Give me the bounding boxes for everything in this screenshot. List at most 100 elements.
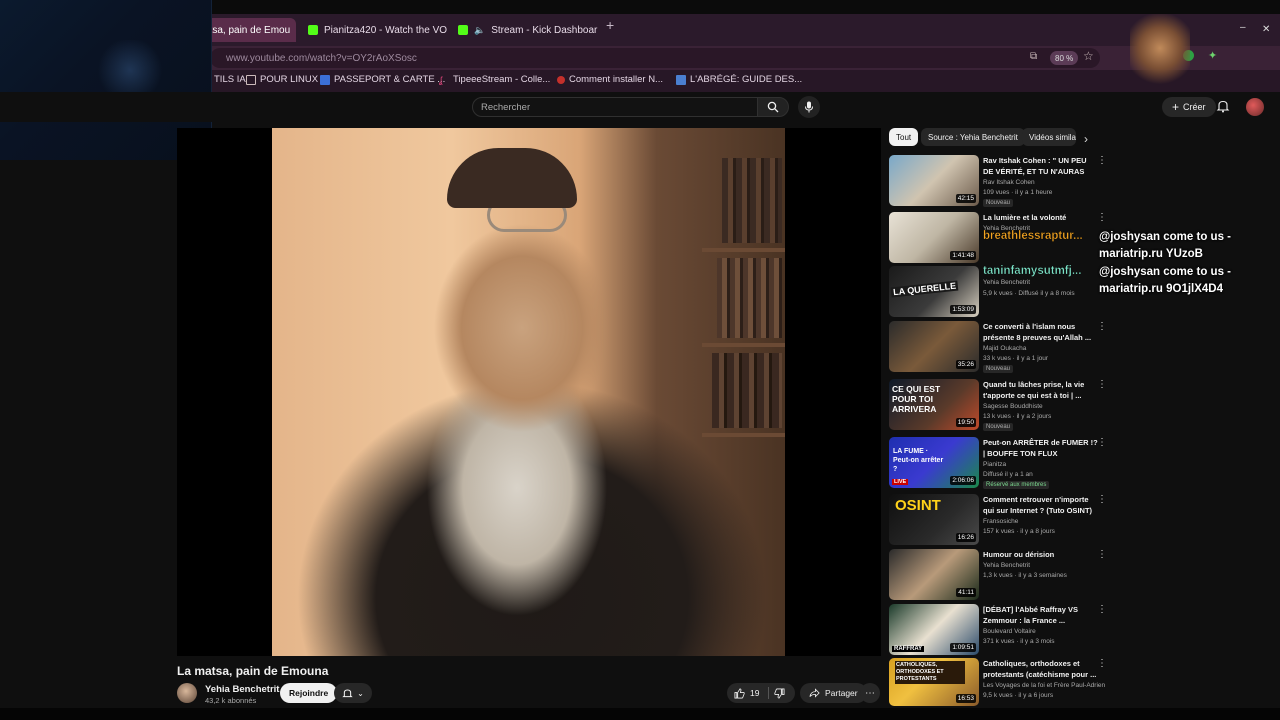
more-vert-icon[interactable]: ⋮ (1097, 437, 1107, 448)
bookmark-label: L'ABRÉGÉ: GUIDE DES... (690, 74, 803, 85)
channel-name[interactable]: Yehia Benchetrit (205, 684, 279, 695)
rec-title[interactable]: Quand tu lâches prise, la vie t'apporte … (983, 380, 1099, 401)
rec-item[interactable]: 35:26 Ce converti à l'islam nous présent… (889, 321, 1114, 375)
screenshot-icon[interactable]: ⧉ (1030, 51, 1037, 62)
create-button[interactable]: + Créer (1162, 97, 1216, 117)
rec-item[interactable]: CATHOLIQUES, ORTHODOXES ET PROTESTANTS 1… (889, 658, 1114, 706)
bookmark-outils-ia[interactable]: TILS IA (214, 74, 246, 85)
new-tab-icon[interactable]: + (606, 17, 614, 33)
zoom-level: 80 % (1055, 53, 1074, 63)
rec-channel[interactable]: Fransosiche (983, 518, 1018, 525)
speaker-muted-icon[interactable]: 🔈 (474, 25, 485, 36)
more-vert-icon[interactable]: ⋮ (1097, 658, 1107, 669)
rec-channel[interactable]: Sagesse Bouddhiste (983, 403, 1043, 410)
more-vert-icon[interactable]: ⋮ (1097, 604, 1107, 615)
video-thumbnail[interactable]: 41:11 (889, 549, 979, 600)
more-vert-icon[interactable]: ⋮ (1097, 155, 1107, 166)
chip-similaires[interactable]: Vidéos simila (1022, 128, 1076, 146)
rec-title[interactable]: [DÉBAT] l'Abbé Raffray VS Zemmour : la F… (983, 605, 1099, 626)
rec-item[interactable]: OSINT 16:26 Comment retrouver n'importe … (889, 494, 1114, 548)
chip-label: Tout (896, 132, 912, 142)
account-avatar[interactable] (1246, 98, 1264, 116)
search-input[interactable]: Rechercher (472, 97, 758, 117)
more-vert-icon[interactable]: ⋮ (1097, 212, 1107, 223)
video-thumbnail[interactable]: 42:15 (889, 155, 979, 206)
rec-title[interactable]: Catholiques, orthodoxes et protestants (… (983, 659, 1099, 680)
rec-channel[interactable]: Yehia Benchetrit (983, 279, 1030, 286)
puzzle-icon[interactable]: ✦ (1208, 49, 1217, 62)
bookmark-comment-installer[interactable]: Comment installer N... (557, 74, 663, 85)
more-actions-button[interactable]: ⋯ (860, 683, 880, 703)
bookmark-tipeee[interactable]: ʆ TipeeeStream - Colle... (439, 74, 550, 85)
subscriber-count: 43,2 k abonnés (205, 696, 257, 705)
thumbnail-text: CATHOLIQUES, ORTHODOXES ET PROTESTANTS (895, 661, 965, 684)
channel-avatar[interactable] (177, 683, 197, 703)
search-button[interactable] (757, 97, 789, 117)
rec-channel[interactable]: Pianitza (983, 461, 1006, 468)
video-thumbnail[interactable]: CE QUI EST POUR TOI ARRIVERA 19:50 (889, 379, 979, 430)
rec-channel[interactable]: Boulevard Voltaire (983, 628, 1036, 635)
tab-kick-dashboard[interactable]: 🔈 Stream - Kick Dashboar ✕ (450, 18, 600, 42)
video-thumbnail[interactable]: OSINT 16:26 (889, 494, 979, 545)
notifications-icon[interactable] (1216, 99, 1230, 118)
rec-title[interactable]: La lumière et la volonté (983, 213, 1099, 224)
rec-title[interactable]: Humour ou dérision (983, 550, 1099, 561)
rec-meta: 1,3 k vues · il y a 3 semaines (983, 572, 1067, 579)
join-button[interactable]: Rejoindre (280, 683, 338, 703)
thumbnail-text: LA QUERELLE (890, 280, 959, 298)
video-thumbnail[interactable]: CATHOLIQUES, ORTHODOXES ET PROTESTANTS 1… (889, 658, 979, 706)
bookmark-star-icon[interactable]: ☆ (1083, 49, 1094, 63)
rec-title[interactable]: Rav Itshak Cohen : " UN PEU DE VÉRITÉ, E… (983, 156, 1099, 177)
video-thumbnail[interactable]: 1:41:48 (889, 212, 979, 263)
rec-item[interactable]: 41:11 Humour ou dérision Yehia Benchetri… (889, 549, 1114, 603)
video-thumbnail[interactable]: RAFFRAY 1:09:51 (889, 604, 979, 655)
minimize-window-icon[interactable]: – (1240, 22, 1246, 33)
tipeee-icon: ʆ (439, 74, 443, 85)
rec-channel[interactable]: Rav Itshak Cohen (983, 179, 1035, 186)
new-badge: Nouveau (983, 365, 1014, 373)
like-dislike-group[interactable]: 19 (727, 683, 795, 703)
bookmark-abrege[interactable]: L'ABRÉGÉ: GUIDE DES... (676, 74, 802, 85)
more-vert-icon[interactable]: ⋮ (1097, 494, 1107, 505)
duration: 41:11 (956, 588, 976, 597)
subscription-bell-button[interactable]: ⌄ (334, 683, 372, 703)
zoom-badge[interactable]: 80 % (1050, 51, 1079, 65)
video-thumbnail[interactable]: LA FUME · Peut-on arrêter ? LIVE 2:06:06 (889, 437, 979, 488)
rec-channel[interactable]: Les Voyages de la foi et Frère Paul-Adri… (983, 682, 1105, 689)
chevron-right-icon[interactable]: › (1084, 132, 1088, 146)
video-frame[interactable] (272, 128, 785, 656)
rec-item[interactable]: CE QUI EST POUR TOI ARRIVERA 19:50 Quand… (889, 379, 1114, 433)
rec-item[interactable]: RAFFRAY 1:09:51 [DÉBAT] l'Abbé Raffray V… (889, 604, 1114, 658)
chip-source[interactable]: Source : Yehia Benchetrit (921, 128, 1025, 146)
kippah (447, 148, 577, 208)
kick-icon (458, 25, 468, 35)
rec-title[interactable]: Peut-on ARRÊTER de FUMER !? | BOUFFE TON… (983, 438, 1099, 459)
rec-item[interactable]: LA FUME · Peut-on arrêter ? LIVE 2:06:06… (889, 437, 1114, 491)
video-thumbnail[interactable]: LA QUERELLE 1:53:09 (889, 266, 979, 317)
more-vert-icon[interactable]: ⋮ (1097, 321, 1107, 332)
video-thumbnail[interactable]: 35:26 (889, 321, 979, 372)
share-button[interactable]: Partager (800, 683, 867, 703)
more-vert-icon[interactable]: ⋮ (1097, 379, 1107, 390)
rec-title[interactable]: Ce converti à l'islam nous présente 8 pr… (983, 322, 1099, 343)
close-window-icon[interactable]: ✕ (1262, 24, 1270, 35)
chip-tout[interactable]: Tout (889, 128, 919, 146)
like-icon[interactable] (734, 688, 745, 699)
more-vert-icon[interactable]: ⋮ (1097, 549, 1107, 560)
rec-item[interactable]: 42:15 Rav Itshak Cohen : " UN PEU DE VÉR… (889, 155, 1114, 209)
tab-pianitza[interactable]: Pianitza420 - Watch the VO ✕ (300, 18, 448, 42)
url-field[interactable]: www.youtube.com/watch?v=OY2rAoXSosc (210, 48, 1100, 68)
rec-title[interactable]: Comment retrouver n'importe qui sur Inte… (983, 495, 1099, 516)
share-label: Partager (825, 688, 858, 698)
live-badge: LIVE (892, 479, 909, 485)
members-badge: Réservé aux membres (983, 481, 1050, 489)
bookshelf (702, 433, 785, 437)
bookmark-passeport[interactable]: PASSEPORT & CARTE ... (320, 74, 445, 85)
rec-channel[interactable]: Majid Oukacha (983, 345, 1026, 352)
chat-username: breathlessraptur... (983, 230, 1083, 242)
bookmark-pour-linux[interactable]: POUR LINUX (246, 74, 318, 85)
voice-search-button[interactable] (798, 96, 820, 118)
dislike-icon[interactable] (774, 688, 785, 699)
streamer-avatar (1130, 14, 1190, 90)
rec-channel[interactable]: Yehia Benchetrit (983, 562, 1030, 569)
